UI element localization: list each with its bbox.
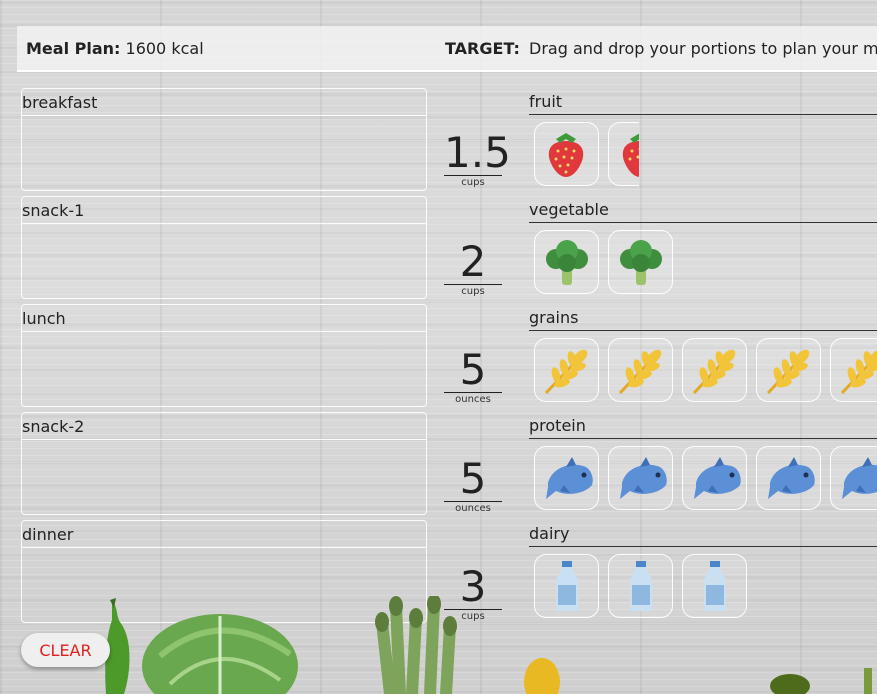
portion-token[interactable]: [756, 338, 821, 402]
meal-plan-value: 1600 kcal: [125, 39, 204, 58]
meal-label: snack-1: [22, 201, 85, 220]
token-tray: [534, 230, 877, 296]
portion-token[interactable]: [756, 446, 821, 510]
food-group-vegetable: vegetable: [529, 196, 877, 296]
strawberry-icon: [548, 133, 584, 177]
portion-token[interactable]: [534, 338, 599, 402]
token-tray: [534, 446, 877, 512]
broccoli-icon: [546, 240, 588, 285]
divider: [529, 438, 877, 439]
wheat-icon: [766, 349, 810, 395]
food-group-grains: grains: [529, 304, 877, 404]
target-unit: ounces: [455, 394, 491, 405]
food-group-label: vegetable: [529, 200, 609, 219]
wheat-icon: [692, 349, 736, 395]
portion-token[interactable]: [830, 446, 877, 510]
target-amount: 3: [444, 565, 502, 610]
target-label: TARGET:: [445, 39, 520, 58]
portion-token[interactable]: [682, 446, 747, 510]
divider: [529, 222, 877, 223]
portion-token[interactable]: [534, 122, 599, 186]
portion-token[interactable]: [608, 338, 673, 402]
vegetable-target: 2 cups: [444, 240, 502, 297]
portion-token[interactable]: [608, 122, 639, 186]
meal-dropzone-lunch[interactable]: lunch: [21, 304, 427, 407]
portion-token[interactable]: [534, 446, 599, 510]
food-group-label: dairy: [529, 524, 570, 543]
target-unit: cups: [461, 177, 485, 188]
divider: [22, 547, 426, 548]
portion-token[interactable]: [682, 554, 747, 618]
milk-bottle-icon: [704, 561, 726, 611]
pepper-decoration: [770, 668, 872, 694]
target-unit: cups: [461, 286, 485, 297]
divider: [22, 223, 426, 224]
fish-icon: [694, 457, 741, 499]
grains-target: 5 ounces: [444, 348, 502, 405]
target-amount: 2: [444, 240, 502, 285]
wheat-icon: [618, 349, 662, 395]
header-bar: Meal Plan: 1600 kcal TARGET: Drag and dr…: [17, 26, 877, 72]
food-group-dairy: dairy: [529, 520, 877, 620]
target-amount: 5: [444, 457, 502, 502]
divider: [529, 546, 877, 547]
meal-label: snack-2: [22, 417, 85, 436]
meal-plan-info: Meal Plan: 1600 kcal: [26, 39, 204, 58]
token-tray: [534, 338, 877, 404]
broccoli-icon: [620, 240, 662, 285]
wheat-icon: [544, 349, 588, 395]
fish-icon: [620, 457, 667, 499]
meal-dropzone-snack-2[interactable]: snack-2: [21, 412, 427, 515]
food-group-label: protein: [529, 416, 586, 435]
food-group-label: grains: [529, 308, 579, 327]
portion-token[interactable]: [608, 446, 673, 510]
portion-token[interactable]: [608, 554, 673, 618]
target-unit: ounces: [455, 503, 491, 514]
clear-button[interactable]: CLEAR: [21, 633, 110, 667]
divider: [22, 115, 426, 116]
meal-label: lunch: [22, 309, 66, 328]
dairy-target: 3 cups: [444, 565, 502, 622]
milk-bottle-icon: [556, 561, 578, 611]
fish-icon: [546, 457, 593, 499]
fish-icon: [842, 457, 877, 499]
divider: [22, 439, 426, 440]
token-tray: [534, 122, 639, 188]
fish-icon: [768, 457, 815, 499]
wheat-icon: [840, 349, 877, 395]
meal-label: breakfast: [22, 93, 98, 112]
fruit-target: 1.5 cups: [444, 128, 511, 188]
target-amount: 1.5: [444, 128, 511, 177]
target-amount: 5: [444, 348, 502, 393]
portion-token[interactable]: [830, 338, 877, 402]
food-group-fruit: fruit: [529, 88, 877, 188]
divider: [529, 114, 877, 115]
food-group-protein: protein: [529, 412, 877, 512]
milk-bottle-icon: [630, 561, 652, 611]
divider: [529, 330, 877, 331]
divider: [22, 331, 426, 332]
protein-target: 5 ounces: [444, 457, 502, 514]
token-tray: [534, 554, 877, 620]
portion-token[interactable]: [682, 338, 747, 402]
strawberry-icon: [622, 133, 639, 177]
meal-dropzone-snack-1[interactable]: snack-1: [21, 196, 427, 299]
meal-label: dinner: [22, 525, 74, 544]
target-unit: cups: [461, 611, 485, 622]
food-group-label: fruit: [529, 92, 563, 111]
meal-dropzone-breakfast[interactable]: breakfast: [21, 88, 427, 191]
portion-token[interactable]: [608, 230, 673, 294]
instruction-text: Drag and drop your portions to plan your…: [529, 39, 877, 58]
portion-token[interactable]: [534, 230, 599, 294]
meal-plan-label: Meal Plan:: [26, 39, 121, 58]
portion-token[interactable]: [534, 554, 599, 618]
